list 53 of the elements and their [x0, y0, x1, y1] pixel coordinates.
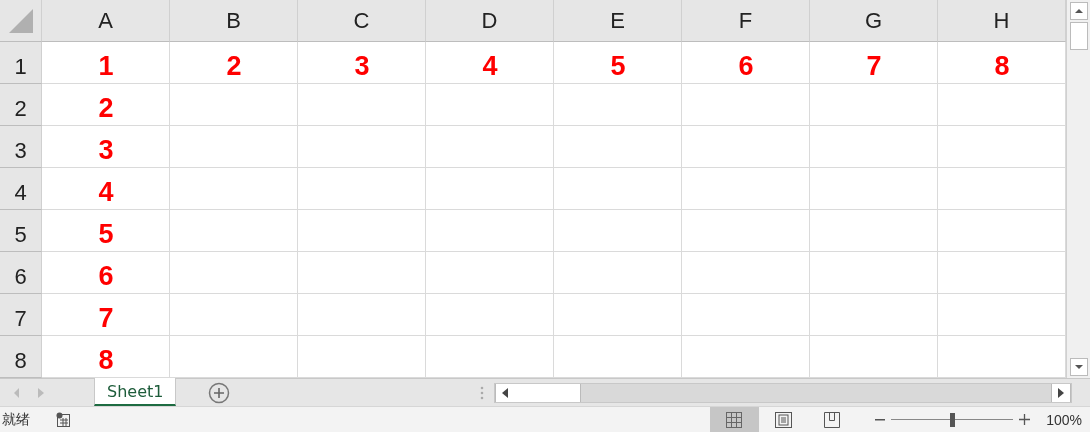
- column-header[interactable]: C: [298, 0, 426, 42]
- table-cell-text: 7: [865, 50, 883, 83]
- zoom-in-icon[interactable]: [1019, 414, 1031, 425]
- table-cell-text: 8: [97, 344, 115, 377]
- row-header[interactable]: 7: [0, 294, 42, 336]
- vertical-scrollbar[interactable]: [1066, 0, 1090, 378]
- row-header[interactable]: 2: [0, 84, 42, 126]
- table-cell-text: 6: [737, 50, 755, 83]
- table-cell-text: 5: [609, 50, 627, 83]
- normal-view-icon[interactable]: [710, 407, 760, 432]
- horizontal-scrollbar[interactable]: [494, 382, 1073, 403]
- table-cell-text: 7: [97, 302, 115, 335]
- row-header[interactable]: 3: [0, 126, 42, 168]
- row-header[interactable]: 1: [0, 42, 42, 84]
- table-cell-text: 2: [97, 92, 115, 125]
- table-cell-text: 3: [97, 134, 115, 167]
- column-header[interactable]: E: [554, 0, 682, 42]
- arrow-down-icon: [1073, 364, 1084, 370]
- splitter-handle-icon[interactable]: [480, 385, 485, 400]
- table-cell-text: 4: [97, 176, 115, 209]
- column-header[interactable]: G: [810, 0, 938, 42]
- row-header[interactable]: 8: [0, 336, 42, 378]
- arrow-left-icon: [502, 387, 509, 398]
- table-cell-text: 3: [353, 50, 371, 83]
- arrow-up-icon: [1073, 8, 1084, 14]
- column-header[interactable]: B: [170, 0, 298, 42]
- add-sheet-icon[interactable]: [208, 381, 231, 404]
- zoom-percentage[interactable]: 100%: [1046, 411, 1082, 428]
- row-header[interactable]: 5: [0, 210, 42, 252]
- scroll-down-button[interactable]: [1069, 358, 1088, 376]
- table-cell-text: 6: [97, 260, 115, 293]
- scroll-right-button[interactable]: [1051, 383, 1072, 402]
- table-cell-text: 8: [993, 50, 1011, 83]
- column-header[interactable]: H: [938, 0, 1066, 42]
- slider-thumb[interactable]: [949, 412, 955, 427]
- row-header[interactable]: 4: [0, 168, 42, 210]
- column-header[interactable]: D: [426, 0, 554, 42]
- status-text: 就绪: [1, 410, 31, 429]
- table-cell-text: 4: [481, 50, 499, 83]
- arrow-right-icon: [1058, 387, 1065, 398]
- table-cell-text: 2: [225, 50, 243, 83]
- scroll-left-button[interactable]: [495, 383, 516, 402]
- zoom-out-icon[interactable]: [875, 418, 886, 421]
- table-cell-text: 5: [97, 218, 115, 251]
- sheet-tab[interactable]: Sheet1: [94, 378, 177, 406]
- scroll-up-button[interactable]: [1069, 2, 1088, 20]
- column-header[interactable]: F: [682, 0, 810, 42]
- row-header[interactable]: 6: [0, 252, 42, 294]
- table-cell-text: 1: [97, 50, 115, 83]
- column-header[interactable]: A: [42, 0, 170, 42]
- scroll-thumb[interactable]: [514, 383, 582, 402]
- scroll-thumb[interactable]: [1069, 22, 1088, 50]
- macro-record-icon[interactable]: [56, 412, 71, 427]
